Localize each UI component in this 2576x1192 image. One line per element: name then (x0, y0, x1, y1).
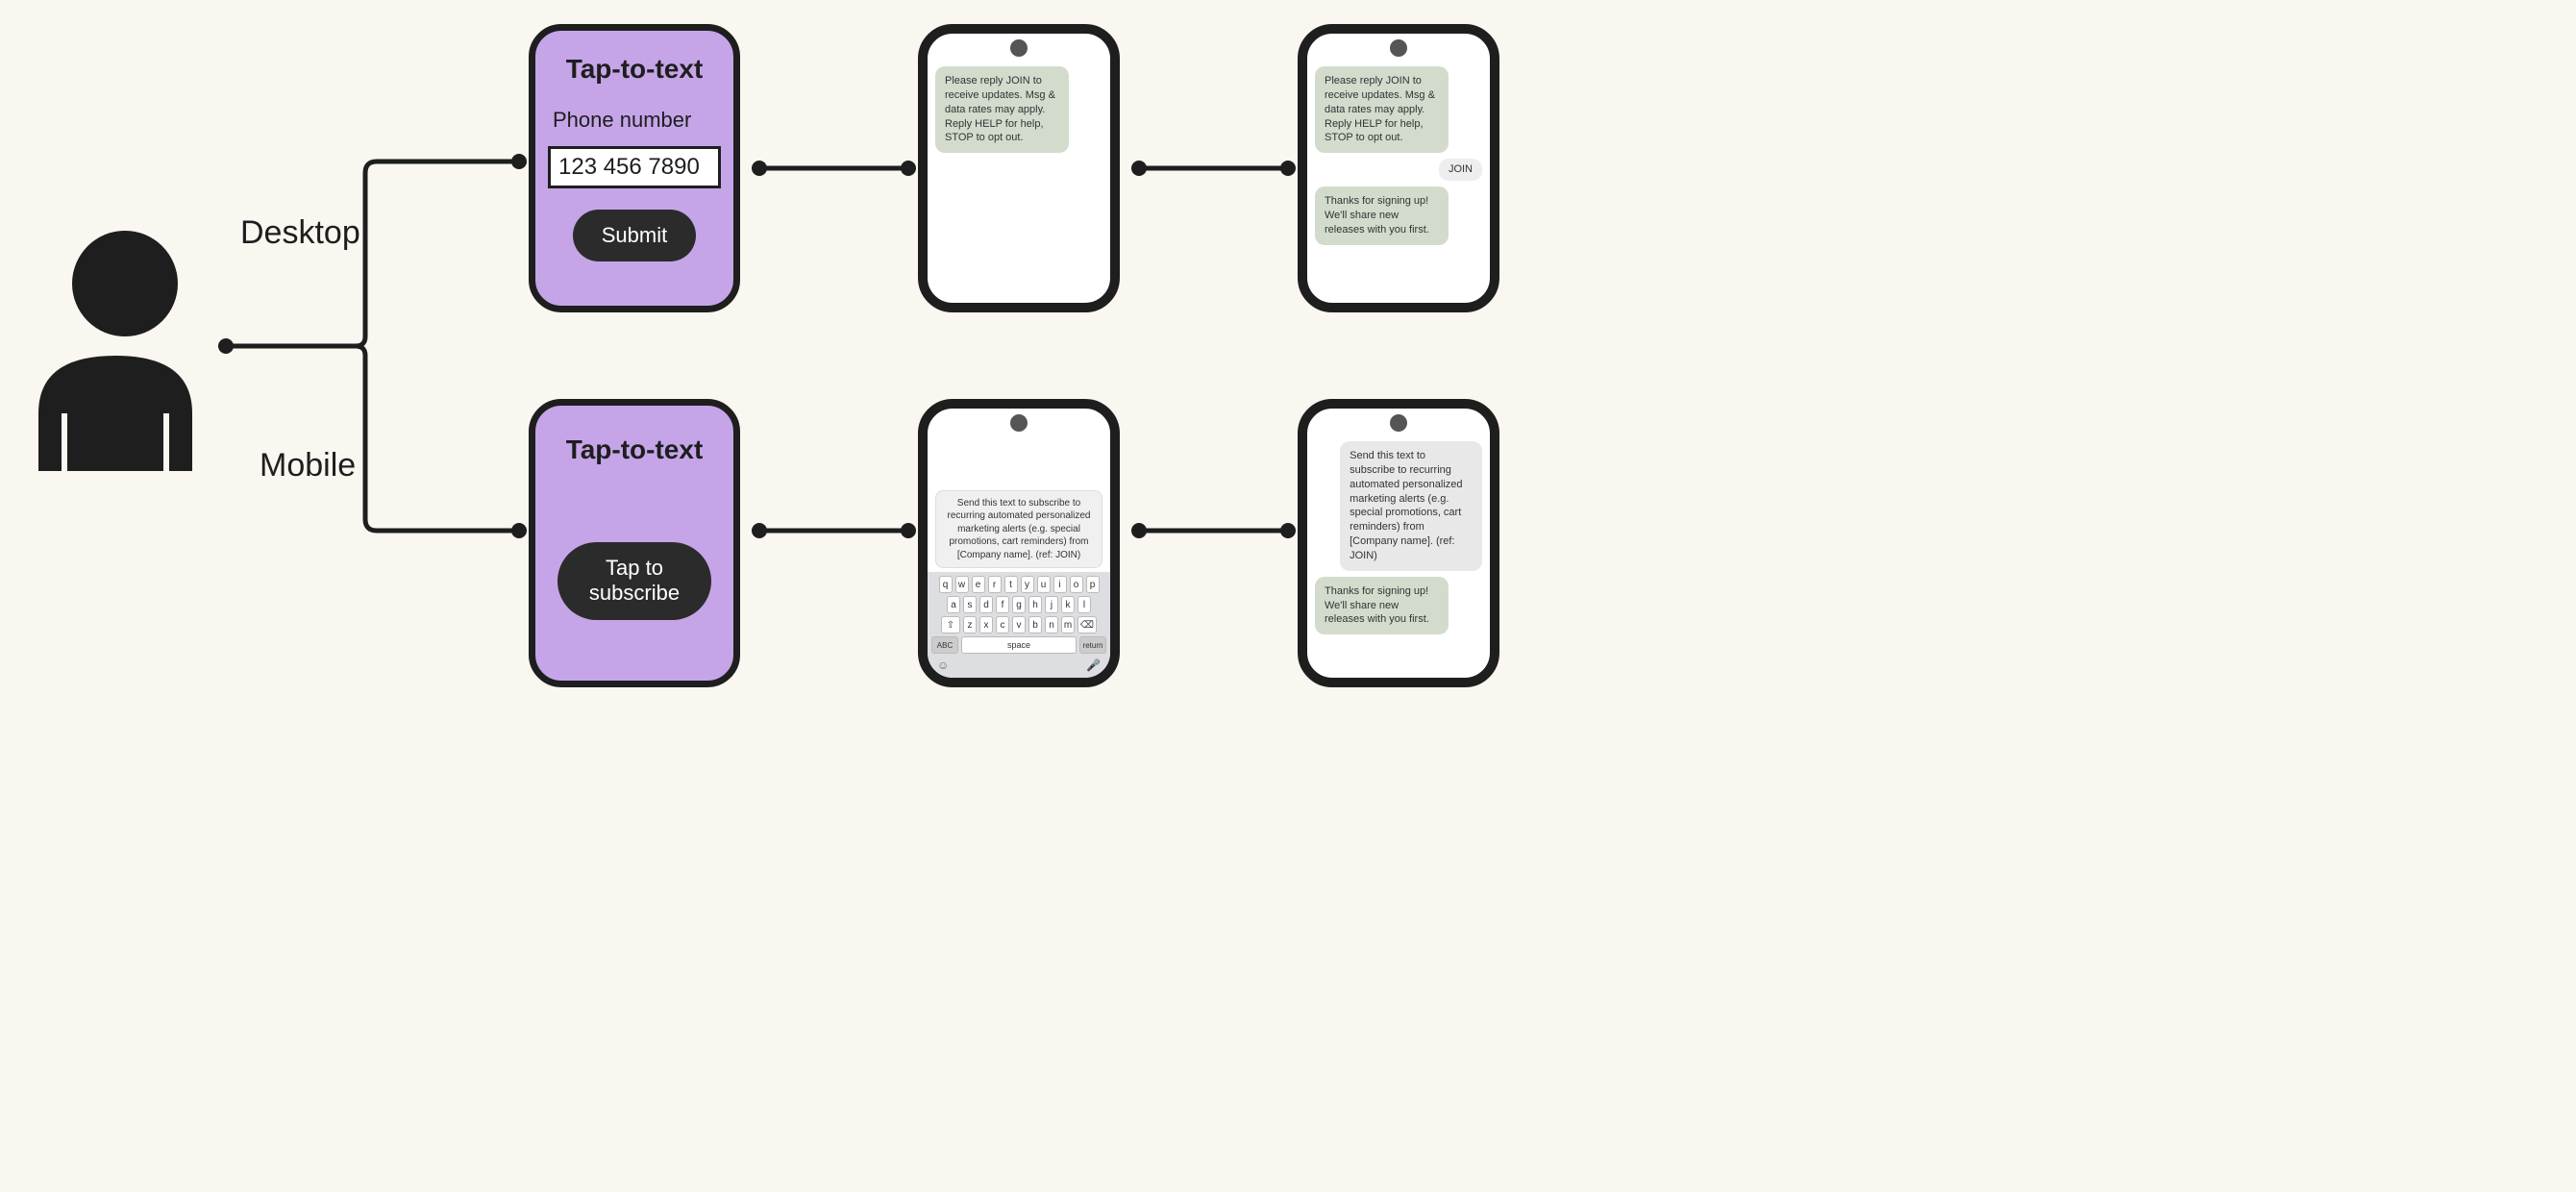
keyboard-key[interactable]: z (963, 616, 977, 633)
emoji-icon[interactable]: ☺ (937, 658, 949, 672)
desktop-tap-to-text-card: Tap-to-text Phone number Submit (529, 24, 740, 312)
compose-text-area[interactable]: Send this text to subscribe to recurring… (935, 490, 1102, 569)
phone-desktop-step1: Please reply JOIN to receive updates. Ms… (918, 24, 1120, 312)
connector-lines (0, 0, 2576, 1192)
keyboard-key[interactable]: c (996, 616, 1009, 633)
keyboard-key[interactable]: j (1045, 596, 1058, 613)
keyboard-key[interactable]: n (1045, 616, 1058, 633)
mic-icon[interactable]: 🎤 (1086, 658, 1101, 672)
tap-to-subscribe-button[interactable]: Tap to subscribe (557, 542, 711, 620)
card-title: Tap-to-text (566, 435, 704, 465)
sms-incoming-message: Thanks for signing up! We'll share new r… (1315, 186, 1449, 245)
keyboard-key[interactable]: v (1012, 616, 1026, 633)
keyboard-key[interactable]: f (996, 596, 1009, 613)
keyboard-key[interactable]: l (1077, 596, 1091, 613)
keyboard-key[interactable]: s (963, 596, 977, 613)
sms-incoming-message: Thanks for signing up! We'll share new r… (1315, 577, 1449, 635)
sms-incoming-message: Please reply JOIN to receive updates. Ms… (935, 66, 1069, 153)
phone-number-label: Phone number (553, 108, 691, 133)
keyboard-key[interactable]: x (979, 616, 993, 633)
mobile-tap-to-text-card: Tap-to-text Tap to subscribe (529, 399, 740, 687)
sms-incoming-message: Please reply JOIN to receive updates. Ms… (1315, 66, 1449, 153)
keyboard-key[interactable]: p (1086, 576, 1100, 593)
keyboard-key[interactable]: t (1004, 576, 1018, 593)
camera-dot-icon (1390, 39, 1407, 57)
keyboard-key[interactable]: i (1053, 576, 1067, 593)
camera-dot-icon (1010, 414, 1028, 432)
submit-button[interactable]: Submit (573, 210, 696, 261)
keyboard-abc-key[interactable]: ABC (931, 636, 958, 654)
keyboard-key[interactable]: e (972, 576, 985, 593)
desktop-branch-label: Desktop (240, 214, 360, 252)
keyboard-key[interactable]: b (1028, 616, 1042, 633)
sms-outgoing-message: Send this text to subscribe to recurring… (1340, 441, 1482, 571)
keyboard-key[interactable]: d (979, 596, 993, 613)
camera-dot-icon (1390, 414, 1407, 432)
keyboard-key[interactable]: y (1021, 576, 1034, 593)
phone-number-input[interactable] (548, 146, 721, 188)
phone-desktop-step2: Please reply JOIN to receive updates. Ms… (1298, 24, 1499, 312)
camera-dot-icon (1010, 39, 1028, 57)
keyboard-key[interactable]: g (1012, 596, 1026, 613)
keyboard-key[interactable]: m (1061, 616, 1075, 633)
on-screen-keyboard[interactable]: qwertyuiop asdfghjkl ⇧zxcvbnm⌫ ABC space… (928, 572, 1110, 678)
mobile-branch-label: Mobile (260, 447, 356, 484)
keyboard-key[interactable]: k (1061, 596, 1075, 613)
keyboard-key[interactable]: q (939, 576, 953, 593)
keyboard-key[interactable]: ⌫ (1077, 616, 1097, 633)
keyboard-key[interactable]: w (955, 576, 969, 593)
user-icon (19, 221, 211, 471)
keyboard-key[interactable]: h (1028, 596, 1042, 613)
sms-outgoing-message: JOIN (1439, 159, 1482, 181)
keyboard-key[interactable]: o (1070, 576, 1083, 593)
keyboard-key[interactable]: a (947, 596, 960, 613)
keyboard-return-key[interactable]: return (1079, 636, 1106, 654)
keyboard-key[interactable]: r (988, 576, 1002, 593)
keyboard-key[interactable]: ⇧ (941, 616, 960, 633)
card-title: Tap-to-text (566, 54, 704, 85)
phone-mobile-step1: Send this text to subscribe to recurring… (918, 399, 1120, 687)
phone-mobile-step2: Send this text to subscribe to recurring… (1298, 399, 1499, 687)
keyboard-space-key[interactable]: space (961, 636, 1077, 654)
keyboard-key[interactable]: u (1037, 576, 1051, 593)
